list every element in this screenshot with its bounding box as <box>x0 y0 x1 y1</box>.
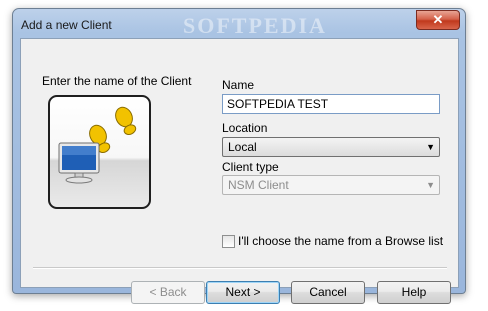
close-button[interactable]: ✕ <box>416 10 460 30</box>
client-type-value: NSM Client <box>228 178 289 192</box>
browse-checkbox[interactable] <box>222 235 235 248</box>
add-client-dialog: Add a new Client SOFTPEDIA ✕ Enter the n… <box>12 8 466 304</box>
dialog-body: Enter the name of the Client Name SOFTPE… <box>20 38 459 304</box>
client-type-select[interactable]: NSM Client ▼ <box>222 175 440 195</box>
divider <box>33 267 447 269</box>
close-icon: ✕ <box>432 12 444 27</box>
cancel-button[interactable]: Cancel <box>291 281 365 304</box>
computer-with-footprints-icon <box>48 95 151 209</box>
help-button[interactable]: Help <box>377 281 451 304</box>
browse-checkbox-label[interactable]: I'll choose the name from a Browse list <box>238 234 443 248</box>
chevron-down-icon: ▼ <box>426 142 435 152</box>
back-button[interactable]: < Back <box>131 281 205 304</box>
title-bar[interactable]: Add a new Client SOFTPEDIA ✕ <box>13 9 465 38</box>
client-type-label: Client type <box>222 160 279 174</box>
name-label: Name <box>222 78 255 92</box>
location-value: Local <box>228 140 257 154</box>
chevron-down-icon: ▼ <box>426 180 435 190</box>
next-button[interactable]: Next > <box>206 281 280 304</box>
watermark: SOFTPEDIA <box>183 13 327 38</box>
location-select[interactable]: Local ▼ <box>222 137 440 157</box>
window-title: Add a new Client <box>21 18 112 32</box>
monitor-icon <box>58 142 100 184</box>
name-field[interactable]: SOFTPEDIA TEST <box>222 94 440 114</box>
location-label: Location <box>222 121 268 135</box>
intro-text: Enter the name of the Client <box>42 74 192 88</box>
